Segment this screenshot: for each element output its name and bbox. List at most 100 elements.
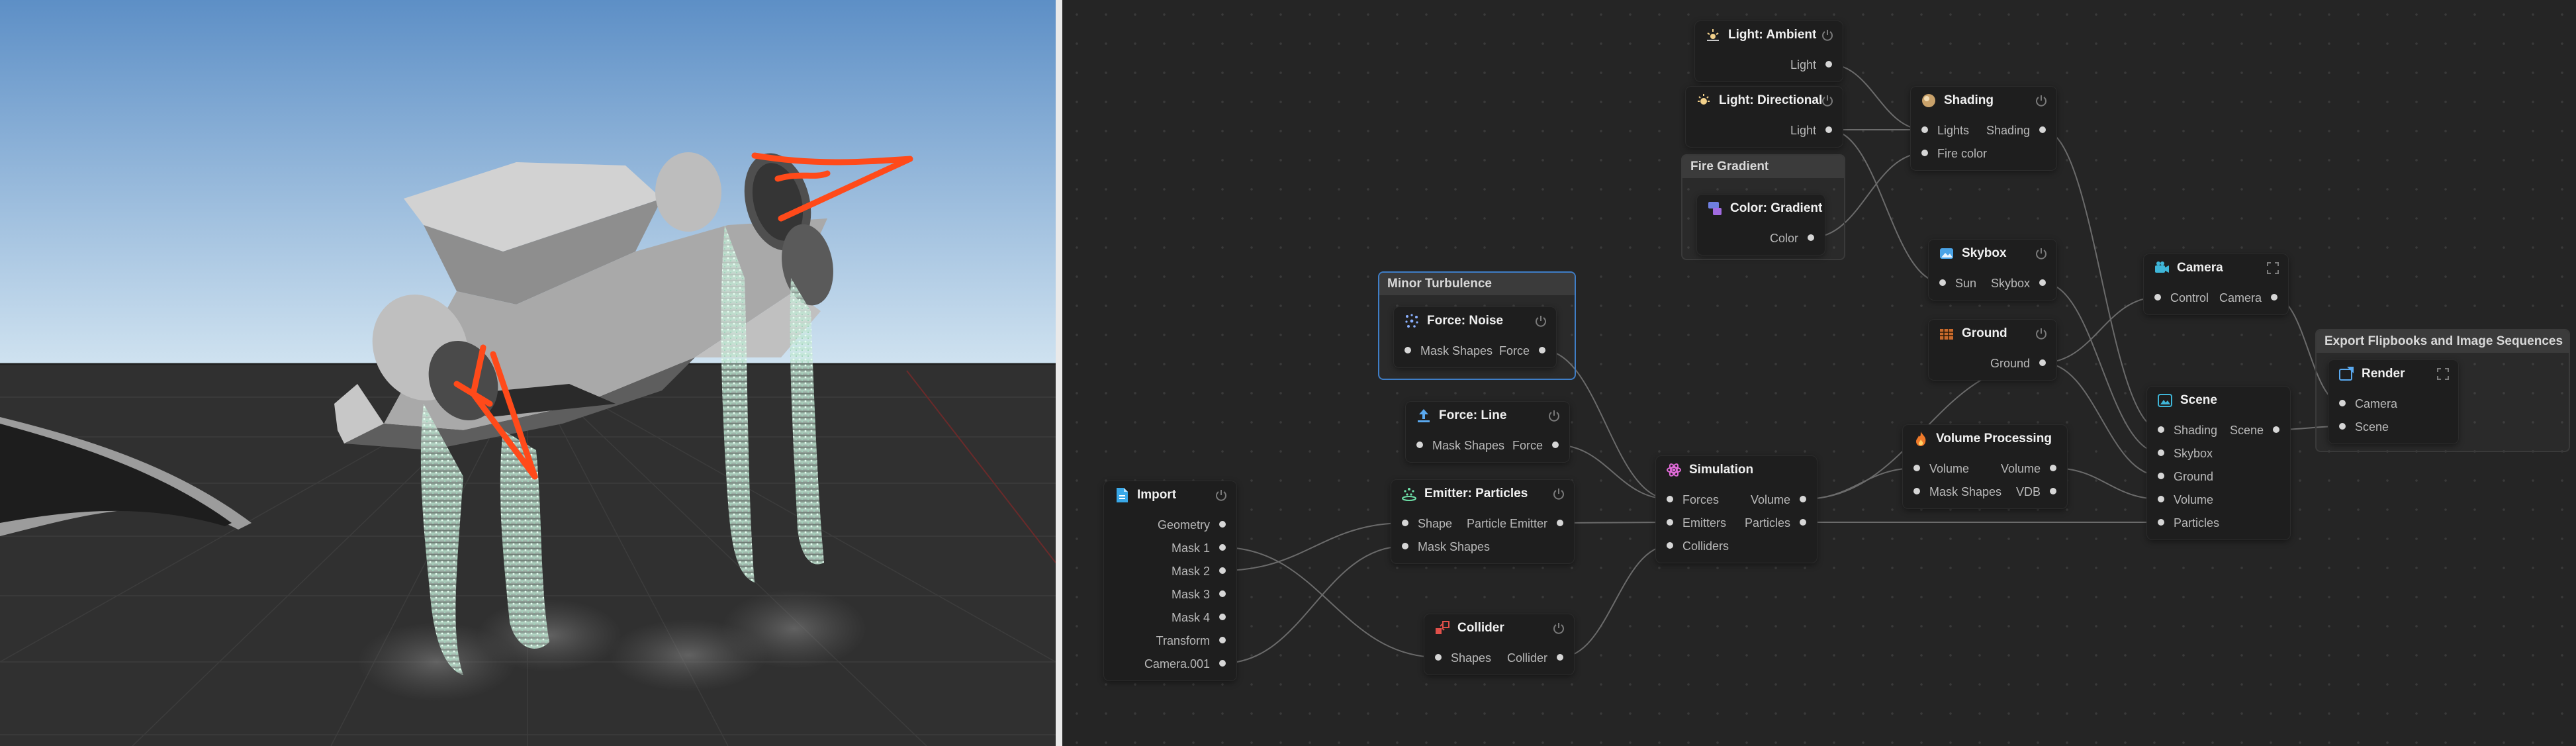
node-scene[interactable]: Scene Scene Shading Skybox Ground Volume Parti… xyxy=(2147,387,2290,539)
expand-icon[interactable] xyxy=(2266,261,2280,275)
3d-viewport[interactable] xyxy=(0,0,1056,746)
node-light-ambient[interactable]: Light: Ambient Light xyxy=(1695,21,1843,81)
power-icon[interactable] xyxy=(2034,93,2048,108)
wire[interactable] xyxy=(1559,522,1671,524)
node-header[interactable]: Volume Processing xyxy=(1903,425,2067,453)
power-icon[interactable] xyxy=(2034,246,2048,261)
node-header[interactable]: Force: Noise xyxy=(1394,307,1556,335)
output-socket[interactable] xyxy=(2050,465,2056,471)
output-socket[interactable] xyxy=(1552,442,1559,448)
output-socket[interactable] xyxy=(2273,426,2279,433)
node-shading[interactable]: Shading Shading Lights Fire color xyxy=(1911,87,2056,170)
output-socket[interactable] xyxy=(1539,347,1545,353)
output-socket[interactable] xyxy=(1219,521,1226,528)
input-socket[interactable] xyxy=(2154,294,2161,301)
input-port-label: Mask Shapes xyxy=(1432,439,1505,452)
input-socket[interactable] xyxy=(1913,488,1920,494)
power-icon[interactable] xyxy=(2034,326,2048,341)
input-socket[interactable] xyxy=(2339,423,2346,430)
output-socket[interactable] xyxy=(1825,126,1832,133)
node-header[interactable]: Light: Directional xyxy=(1686,87,1843,115)
input-socket[interactable] xyxy=(2158,426,2164,433)
node-collider[interactable]: Collider Collider Shapes xyxy=(1424,614,1574,675)
input-socket[interactable] xyxy=(1913,465,1920,471)
power-icon[interactable] xyxy=(1820,28,1835,42)
emitter-icon xyxy=(1401,485,1418,502)
output-socket[interactable] xyxy=(1557,520,1563,526)
input-socket[interactable] xyxy=(1435,654,1442,661)
power-icon[interactable] xyxy=(1547,408,1561,423)
node-force-noise[interactable]: Force: Noise Force Mask Shapes xyxy=(1394,307,1556,367)
node-header[interactable]: Import xyxy=(1104,481,1236,509)
node-import[interactable]: Import Geometry Mask 1 Mask 2 Mask 3 Mask 4 Tr… xyxy=(1104,481,1236,680)
power-icon[interactable] xyxy=(1551,621,1566,635)
node-light-directional[interactable]: Light: Directional Light xyxy=(1686,87,1843,147)
input-socket[interactable] xyxy=(2158,449,2164,456)
node-ground[interactable]: Ground Ground xyxy=(1929,320,2056,380)
node-volume-processing[interactable]: Volume Processing Volume VDB Volume Mask Sha… xyxy=(1903,425,2067,508)
output-socket[interactable] xyxy=(1800,496,1806,502)
input-socket[interactable] xyxy=(1402,520,1408,526)
wire[interactable] xyxy=(1559,545,1671,658)
node-header[interactable]: Light: Ambient xyxy=(1695,21,1843,49)
output-socket[interactable] xyxy=(2039,126,2046,133)
input-socket[interactable] xyxy=(2339,400,2346,406)
node-camera[interactable]: Camera Camera Control xyxy=(2144,254,2288,314)
node-force-line[interactable]: Force: Line Force Mask Shapes xyxy=(1406,402,1569,462)
node-header[interactable]: Skybox xyxy=(1929,240,2056,267)
output-socket[interactable] xyxy=(2039,359,2046,366)
output-socket[interactable] xyxy=(1825,61,1832,68)
node-header[interactable]: Render xyxy=(2328,360,2458,388)
input-socket[interactable] xyxy=(1939,279,1946,286)
output-socket[interactable] xyxy=(1219,614,1226,620)
output-socket[interactable] xyxy=(1219,544,1226,551)
node-skybox[interactable]: Skybox Skybox Sun xyxy=(1929,240,2056,300)
input-socket[interactable] xyxy=(1667,542,1673,549)
output-socket[interactable] xyxy=(1557,654,1563,661)
input-socket[interactable] xyxy=(1921,150,1928,156)
output-socket[interactable] xyxy=(1219,660,1226,667)
node-graph-editor[interactable]: Fire Gradient Minor Turbulence Export Flip… xyxy=(1062,0,2576,746)
wire[interactable] xyxy=(2042,297,2158,363)
node-header[interactable]: Simulation xyxy=(1656,456,1817,484)
node-header[interactable]: Collider xyxy=(1424,614,1574,642)
power-icon[interactable] xyxy=(1820,93,1835,108)
node-header[interactable]: Color: Gradient xyxy=(1697,195,1825,222)
power-icon[interactable] xyxy=(1534,314,1548,328)
input-socket[interactable] xyxy=(1667,496,1673,502)
node-header[interactable]: Ground xyxy=(1929,320,2056,348)
output-socket[interactable] xyxy=(1219,590,1226,597)
panel-divider[interactable] xyxy=(1056,0,1062,746)
node-color-gradient[interactable]: Color: Gradient Color xyxy=(1697,195,1825,255)
wire[interactable] xyxy=(1222,547,1439,658)
input-socket[interactable] xyxy=(1667,519,1673,526)
output-socket[interactable] xyxy=(2039,279,2046,286)
node-header[interactable]: Shading xyxy=(1911,87,2056,115)
output-socket[interactable] xyxy=(1219,637,1226,643)
expand-icon[interactable] xyxy=(2436,367,2450,381)
output-socket[interactable] xyxy=(2271,294,2277,301)
input-socket[interactable] xyxy=(1921,126,1928,133)
power-icon[interactable] xyxy=(1551,487,1566,501)
output-socket[interactable] xyxy=(1219,567,1226,574)
wire[interactable] xyxy=(1222,522,1406,571)
wire[interactable] xyxy=(1222,545,1406,664)
node-simulation[interactable]: Simulation Volume Particles Forces Emitters C… xyxy=(1656,456,1817,563)
node-header[interactable]: Force: Line xyxy=(1406,402,1569,430)
output-socket[interactable] xyxy=(1800,519,1806,526)
node-emitter[interactable]: Emitter: Particles Particle Emitter Shape M… xyxy=(1391,480,1574,563)
wire[interactable] xyxy=(1802,467,1917,500)
node-render[interactable]: Render Camera Scene xyxy=(2328,360,2458,443)
node-header[interactable]: Scene xyxy=(2147,387,2290,414)
output-socket[interactable] xyxy=(1808,234,1814,241)
output-socket[interactable] xyxy=(2050,488,2056,494)
input-socket[interactable] xyxy=(2158,496,2164,502)
input-socket[interactable] xyxy=(1416,442,1423,448)
input-socket[interactable] xyxy=(1404,347,1411,353)
node-header[interactable]: Camera xyxy=(2144,254,2288,282)
input-socket[interactable] xyxy=(2158,473,2164,479)
power-icon[interactable] xyxy=(1214,488,1228,502)
input-socket[interactable] xyxy=(1402,543,1408,549)
input-socket[interactable] xyxy=(2158,519,2164,526)
node-header[interactable]: Emitter: Particles xyxy=(1391,480,1574,508)
